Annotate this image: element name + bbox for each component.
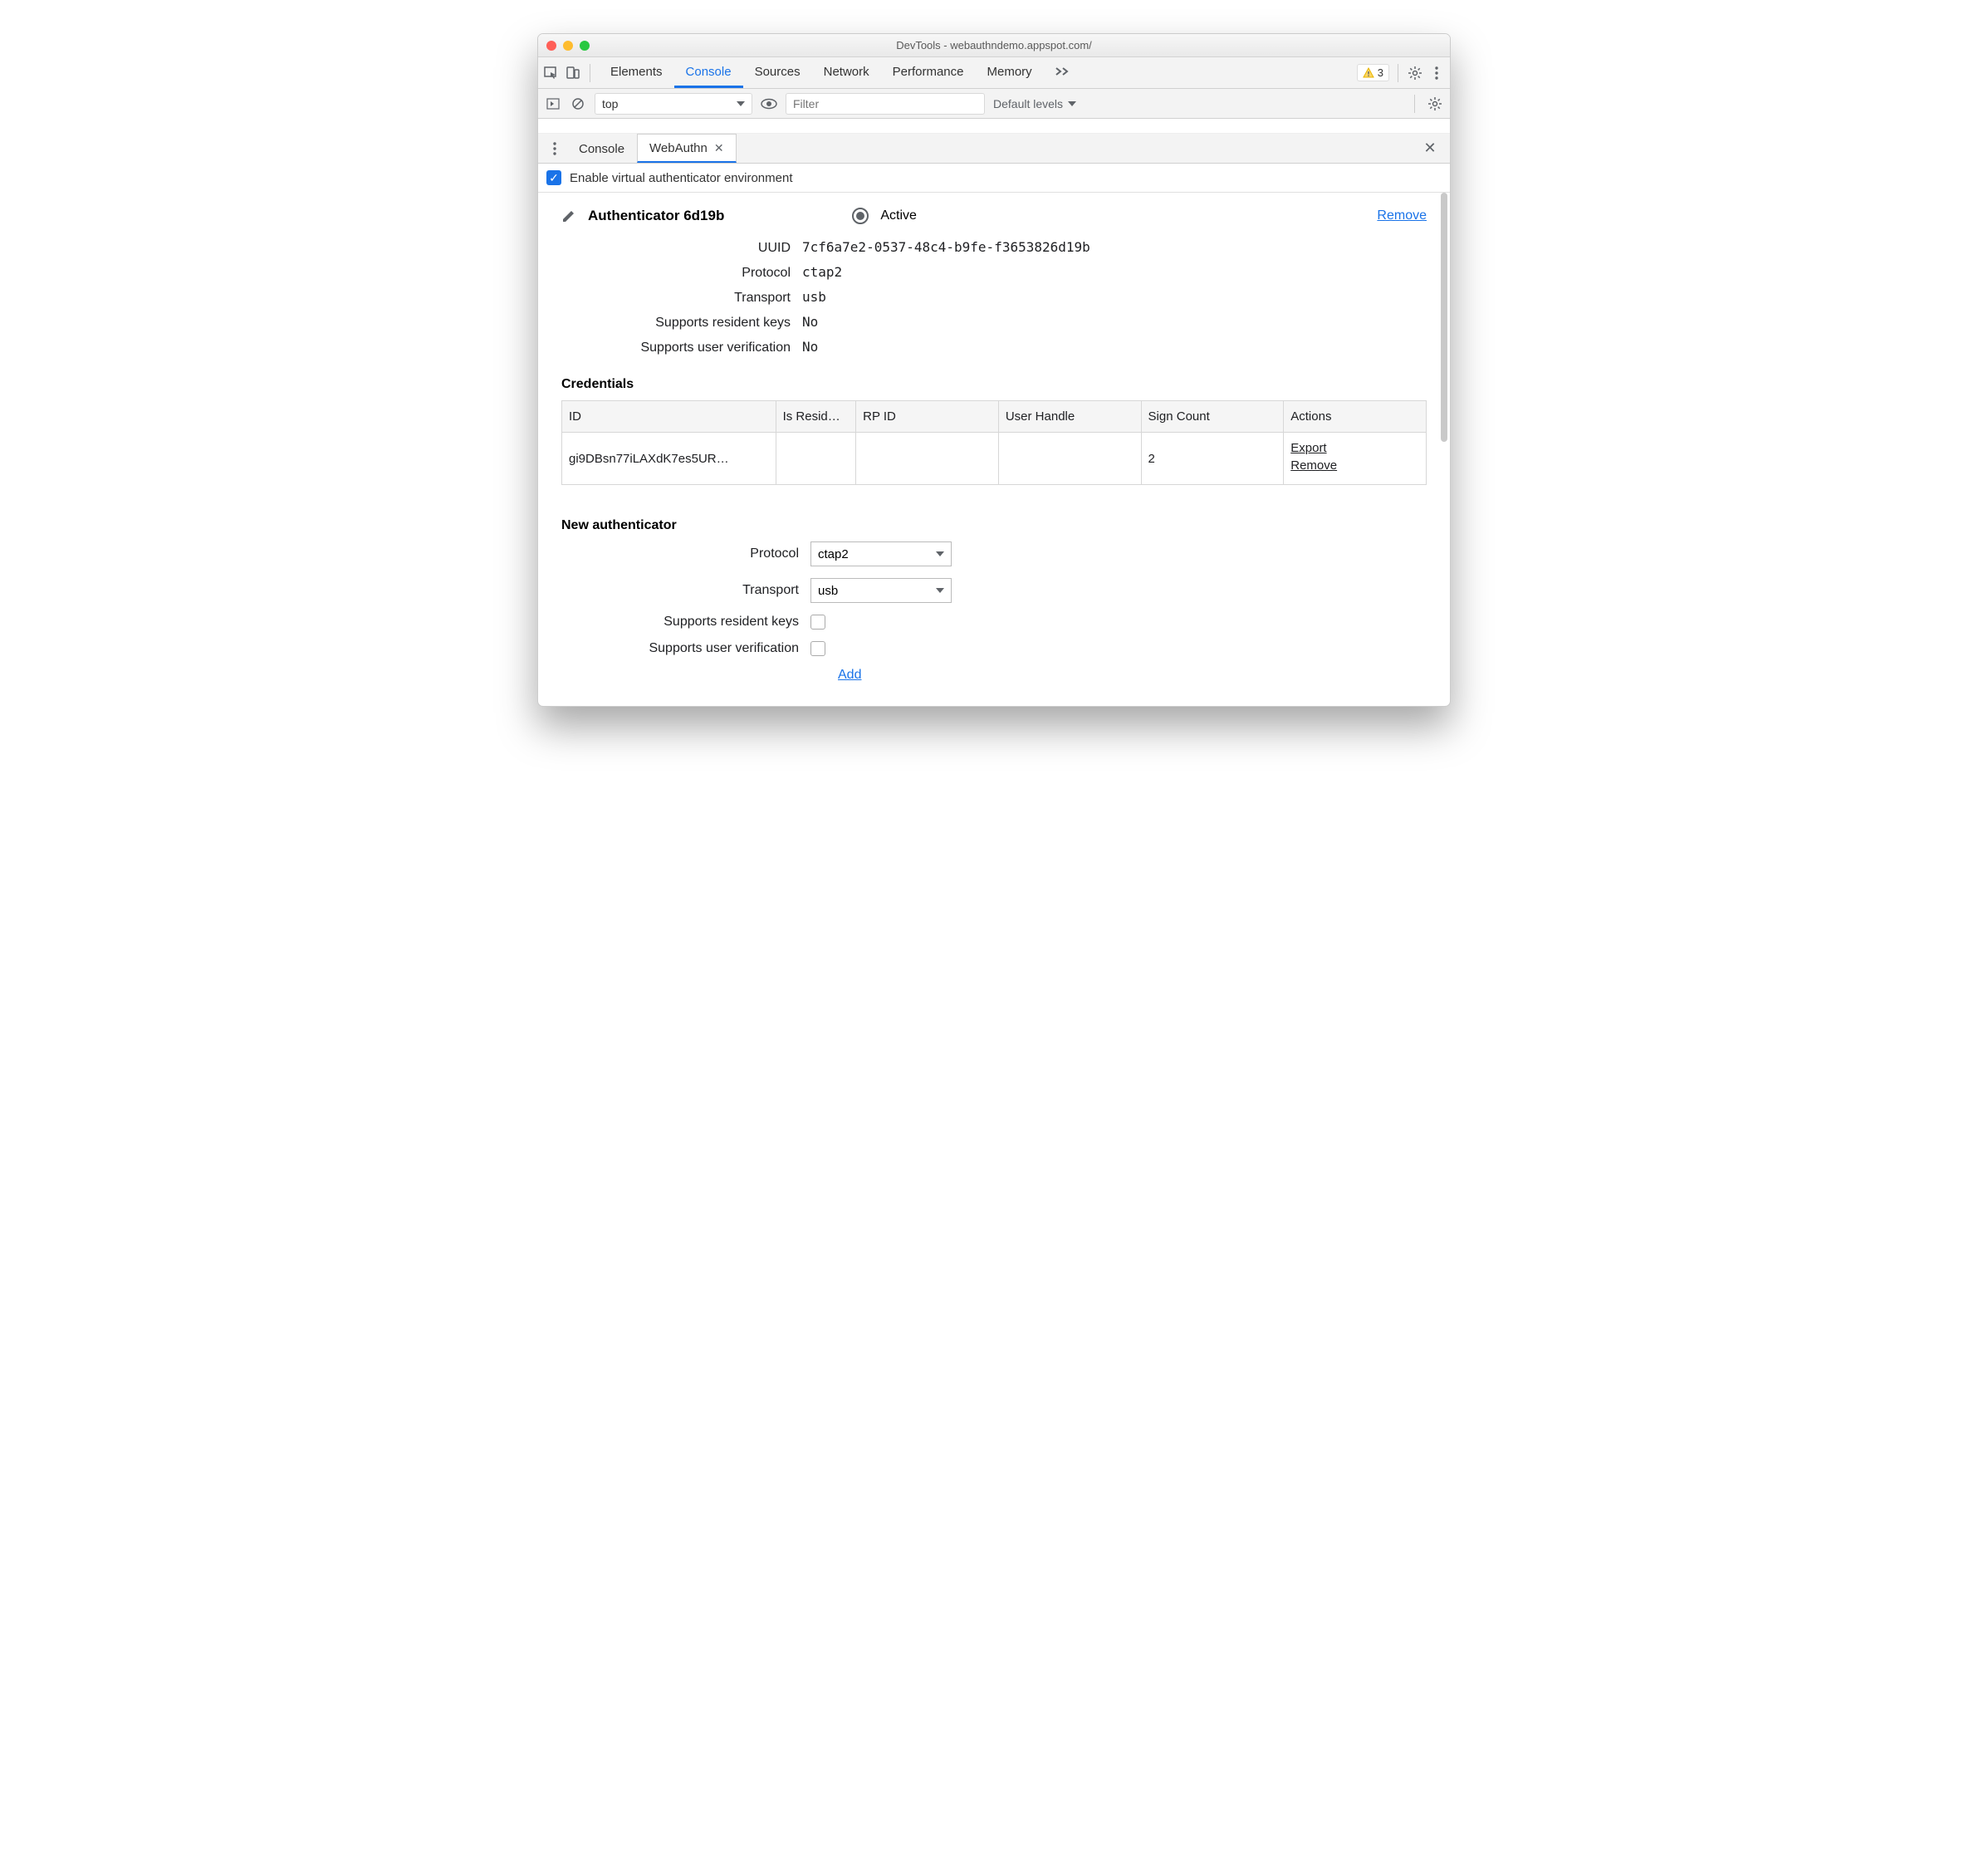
drawer-tabs: Console WebAuthn ✕ ✕ xyxy=(538,134,1450,164)
drawer-more-icon[interactable] xyxy=(543,134,566,163)
transport-label: Transport xyxy=(561,583,810,598)
authenticator-header: Authenticator 6d19b Active Remove xyxy=(561,208,1427,224)
chevron-down-icon xyxy=(936,551,944,556)
inspect-icon[interactable] xyxy=(543,65,560,81)
credentials-title: Credentials xyxy=(561,377,1427,392)
resident-keys-label: Supports resident keys xyxy=(561,615,810,630)
webauthn-panel: Authenticator 6d19b Active Remove UUID7c… xyxy=(538,193,1450,706)
active-radio[interactable] xyxy=(852,208,869,224)
maximize-window-button[interactable] xyxy=(580,41,590,51)
col-actions[interactable]: Actions xyxy=(1284,401,1427,433)
cell-user-handle xyxy=(998,433,1141,485)
tab-elements[interactable]: Elements xyxy=(599,57,674,88)
protocol-select[interactable]: ctap2 xyxy=(810,541,952,566)
warnings-count: 3 xyxy=(1378,66,1383,79)
more-icon[interactable] xyxy=(1428,65,1445,81)
close-tab-icon[interactable]: ✕ xyxy=(714,141,724,155)
protocol-label: Protocol xyxy=(561,546,810,561)
main-toolbar: Elements Console Sources Network Perform… xyxy=(538,57,1450,89)
main-tabs: Elements Console Sources Network Perform… xyxy=(599,57,1082,88)
new-authenticator-title: New authenticator xyxy=(561,518,1427,533)
col-rp-id[interactable]: RP ID xyxy=(856,401,999,433)
clear-console-icon[interactable] xyxy=(570,96,586,112)
live-expression-icon[interactable] xyxy=(761,96,777,112)
enable-bar: ✓ Enable virtual authenticator environme… xyxy=(538,164,1450,193)
user-verification-label: Supports user verification xyxy=(561,641,810,656)
settings-icon[interactable] xyxy=(1407,65,1423,81)
prop-value-protocol: ctap2 xyxy=(802,264,842,280)
cell-actions: Export Remove xyxy=(1284,433,1427,485)
minimize-window-button[interactable] xyxy=(563,41,573,51)
levels-label: Default levels xyxy=(993,97,1063,110)
add-authenticator-link[interactable]: Add xyxy=(838,668,861,682)
drawer-tab-label: WebAuthn xyxy=(649,141,708,155)
prop-label: Supports resident keys xyxy=(561,316,802,331)
cell-is-resident xyxy=(776,433,856,485)
close-drawer-icon[interactable]: ✕ xyxy=(1415,134,1445,163)
tab-console[interactable]: Console xyxy=(674,57,743,88)
scrollbar[interactable] xyxy=(1438,193,1450,706)
prop-value-transport: usb xyxy=(802,289,826,305)
protocol-value: ctap2 xyxy=(818,547,849,561)
window-title: DevTools - webauthndemo.appspot.com/ xyxy=(538,39,1450,51)
sidebar-toggle-icon[interactable] xyxy=(545,96,561,112)
user-verification-checkbox[interactable] xyxy=(810,641,825,656)
warning-icon xyxy=(1363,67,1374,79)
prop-value-verification: No xyxy=(802,339,818,355)
scroll-thumb[interactable] xyxy=(1441,193,1447,442)
window-controls xyxy=(546,41,590,51)
remove-authenticator-link[interactable]: Remove xyxy=(1377,208,1427,223)
tab-sources[interactable]: Sources xyxy=(743,57,812,88)
tabs-overflow[interactable] xyxy=(1044,57,1082,88)
authenticator-title: Authenticator 6d19b xyxy=(588,208,724,224)
transport-select[interactable]: usb xyxy=(810,578,952,603)
cell-sign-count: 2 xyxy=(1141,433,1284,485)
warnings-badge[interactable]: 3 xyxy=(1357,64,1389,81)
prop-value-resident: No xyxy=(802,314,818,330)
edit-icon[interactable] xyxy=(561,208,576,223)
drawer-tab-console[interactable]: Console xyxy=(566,134,637,163)
col-sign-count[interactable]: Sign Count xyxy=(1141,401,1284,433)
cell-rp-id xyxy=(856,433,999,485)
drawer-tab-webauthn[interactable]: WebAuthn ✕ xyxy=(637,134,737,163)
tab-memory[interactable]: Memory xyxy=(976,57,1044,88)
device-toggle-icon[interactable] xyxy=(565,65,581,81)
close-window-button[interactable] xyxy=(546,41,556,51)
tab-network[interactable]: Network xyxy=(812,57,881,88)
cell-id: gi9DBsn77iLAXdK7es5UR… xyxy=(562,433,776,485)
devtools-window: DevTools - webauthndemo.appspot.com/ Ele… xyxy=(537,33,1451,707)
prop-label: Protocol xyxy=(561,266,802,281)
enable-label: Enable virtual authenticator environment xyxy=(570,171,793,185)
titlebar: DevTools - webauthndemo.appspot.com/ xyxy=(538,34,1450,57)
console-toolbar: top Default levels xyxy=(538,89,1450,119)
table-row: gi9DBsn77iLAXdK7es5UR… 2 Export Remove xyxy=(562,433,1427,485)
prop-label: UUID xyxy=(561,241,802,256)
resident-keys-checkbox[interactable] xyxy=(810,615,825,630)
remove-credential-link[interactable]: Remove xyxy=(1290,458,1419,473)
col-user-handle[interactable]: User Handle xyxy=(998,401,1141,433)
authenticator-properties: UUID7cf6a7e2-0537-48c4-b9fe-f3653826d19b… xyxy=(561,239,1427,355)
prop-label: Supports user verification xyxy=(561,341,802,355)
chevron-down-icon xyxy=(936,588,944,593)
credentials-table: ID Is Resid… RP ID User Handle Sign Coun… xyxy=(561,400,1427,485)
transport-value: usb xyxy=(818,584,838,598)
prop-label: Transport xyxy=(561,291,802,306)
col-id[interactable]: ID xyxy=(562,401,776,433)
chevron-down-icon xyxy=(1068,101,1076,106)
col-is-resident[interactable]: Is Resid… xyxy=(776,401,856,433)
context-value: top xyxy=(602,97,618,110)
tab-performance[interactable]: Performance xyxy=(881,57,976,88)
enable-checkbox[interactable]: ✓ xyxy=(546,170,561,185)
export-link[interactable]: Export xyxy=(1290,441,1419,455)
filter-input[interactable] xyxy=(786,93,985,115)
context-select[interactable]: top xyxy=(595,93,752,115)
log-levels-select[interactable]: Default levels xyxy=(993,97,1076,110)
active-label: Active xyxy=(880,208,917,223)
console-settings-icon[interactable] xyxy=(1427,96,1443,112)
prop-value-uuid: 7cf6a7e2-0537-48c4-b9fe-f3653826d19b xyxy=(802,239,1090,255)
chevron-down-icon xyxy=(737,101,745,106)
